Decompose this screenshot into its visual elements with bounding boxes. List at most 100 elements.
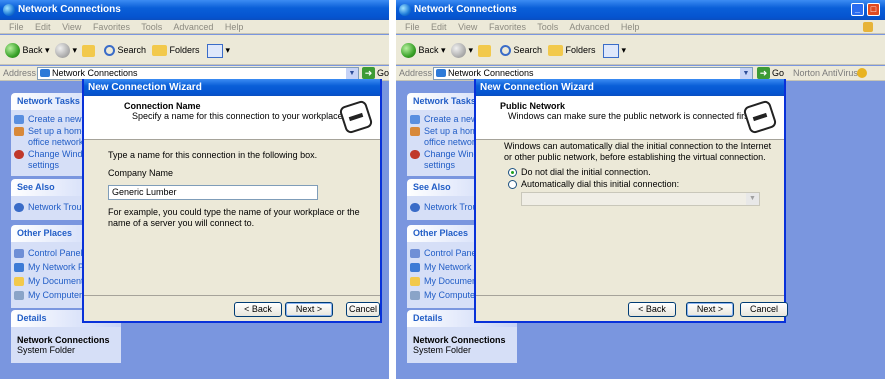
menu-view[interactable]: View bbox=[458, 22, 477, 32]
home-network-icon bbox=[410, 127, 420, 136]
menu-file[interactable]: File bbox=[405, 22, 420, 32]
firewall-icon bbox=[14, 150, 24, 159]
network-places-icon bbox=[14, 263, 24, 272]
menu-file[interactable]: File bbox=[9, 22, 24, 32]
folders-icon bbox=[152, 45, 167, 57]
wizard-instruction: Windows can automatically dial the initi… bbox=[504, 141, 772, 162]
up-folder-button[interactable] bbox=[82, 42, 95, 58]
wizard-connection-icon bbox=[338, 99, 374, 135]
menu-advanced[interactable]: Advanced bbox=[173, 22, 213, 32]
next-wizard-button[interactable]: Next > bbox=[285, 302, 333, 317]
wizard-header: Connection Name Specify a name for this … bbox=[84, 96, 380, 140]
menu-favorites[interactable]: Favorites bbox=[93, 22, 130, 32]
views-button[interactable]: ▾ bbox=[207, 42, 230, 58]
new-connection-icon bbox=[14, 115, 24, 124]
company-name-label: Company Name bbox=[108, 168, 174, 178]
cancel-wizard-button[interactable]: Cancel bbox=[740, 302, 788, 317]
do-not-dial-label[interactable]: Do not dial the initial connection. bbox=[521, 167, 651, 178]
next-wizard-button[interactable]: Next > bbox=[686, 302, 734, 317]
wizard-instruction: Type a name for this connection in the f… bbox=[108, 150, 318, 160]
search-button[interactable]: Search bbox=[104, 42, 146, 58]
my-computer-icon bbox=[14, 291, 24, 300]
views-button[interactable]: ▾ bbox=[603, 42, 626, 58]
menu-tools[interactable]: Tools bbox=[537, 22, 558, 32]
menu-tools[interactable]: Tools bbox=[141, 22, 162, 32]
search-icon bbox=[104, 45, 115, 57]
forward-arrow-icon bbox=[55, 43, 70, 59]
firewall-icon bbox=[410, 150, 420, 159]
wizard-connection-icon bbox=[742, 99, 778, 135]
back-wizard-button[interactable]: < Back bbox=[234, 302, 282, 317]
network-folder-icon bbox=[436, 69, 446, 77]
wizard-step-title: Connection Name bbox=[124, 101, 201, 111]
address-label: Address bbox=[3, 68, 37, 78]
go-arrow-icon[interactable]: ➜ bbox=[362, 67, 375, 79]
up-folder-icon bbox=[478, 44, 491, 57]
search-button[interactable]: Search bbox=[500, 42, 542, 58]
toolbar: Back ▾ ▾ Search Folders ▾ bbox=[0, 35, 389, 65]
folders-button[interactable]: Folders bbox=[152, 42, 200, 58]
details-name: Network Connections bbox=[17, 335, 110, 345]
views-icon bbox=[603, 43, 619, 58]
menu-view[interactable]: View bbox=[62, 22, 81, 32]
initial-connection-select[interactable]: ▼ bbox=[521, 192, 760, 206]
menu-help[interactable]: Help bbox=[225, 22, 244, 32]
help-icon bbox=[14, 203, 24, 212]
maximize-icon[interactable]: □ bbox=[867, 3, 880, 16]
menu-bar: File Edit View Favorites Tools Advanced … bbox=[0, 20, 389, 34]
wizard-step-subtitle: Windows can make sure the public network… bbox=[508, 111, 754, 121]
network-places-icon bbox=[410, 263, 420, 272]
forward-button[interactable]: ▾ bbox=[451, 42, 473, 59]
window-titlebar[interactable]: Network Connections bbox=[0, 0, 389, 20]
up-folder-icon bbox=[82, 44, 95, 57]
auto-dial-radio[interactable] bbox=[508, 180, 517, 189]
wizard-titlebar[interactable]: New Connection Wizard bbox=[476, 79, 784, 96]
home-network-icon bbox=[14, 127, 24, 136]
forward-arrow-icon bbox=[451, 43, 466, 59]
back-button[interactable]: Back ▾ bbox=[5, 42, 50, 59]
norton-icon bbox=[857, 68, 867, 78]
network-connections-icon bbox=[3, 4, 15, 16]
minimize-icon[interactable]: _ bbox=[851, 3, 864, 16]
back-arrow-icon bbox=[5, 43, 20, 59]
help-icon bbox=[410, 203, 420, 212]
wizard-step-title: Public Network bbox=[500, 101, 566, 111]
menu-help[interactable]: Help bbox=[621, 22, 640, 32]
cancel-wizard-button[interactable]: Cancel bbox=[346, 302, 380, 317]
views-icon bbox=[207, 43, 223, 58]
back-button[interactable]: Back ▾ bbox=[401, 42, 446, 59]
control-panel-icon bbox=[14, 249, 24, 258]
my-computer-icon bbox=[410, 291, 420, 300]
company-name-input[interactable]: Generic Lumber bbox=[108, 185, 318, 200]
new-connection-wizard-dialog: New Connection Wizard Public Network Win… bbox=[474, 79, 788, 323]
up-folder-button[interactable] bbox=[478, 42, 491, 58]
network-folder-icon bbox=[40, 69, 50, 77]
menu-advanced[interactable]: Advanced bbox=[569, 22, 609, 32]
window-title: Network Connections bbox=[414, 4, 517, 15]
window-title: Network Connections bbox=[18, 4, 121, 15]
explorer-window-left: Network Connections File Edit View Favor… bbox=[0, 0, 389, 379]
explorer-window-right: Network Connections _ □ File Edit View F… bbox=[396, 0, 885, 379]
address-label: Address bbox=[399, 68, 433, 78]
details-type: System Folder bbox=[17, 345, 76, 355]
window-titlebar[interactable]: Network Connections _ □ bbox=[396, 0, 885, 20]
back-wizard-button[interactable]: < Back bbox=[628, 302, 676, 317]
menu-edit[interactable]: Edit bbox=[431, 22, 447, 32]
windows-logo-icon bbox=[863, 22, 873, 32]
wizard-example-text: For example, you could type the name of … bbox=[108, 207, 360, 228]
folders-button[interactable]: Folders bbox=[548, 42, 596, 58]
norton-antivirus-button[interactable]: Norton AntiVirus bbox=[793, 66, 858, 81]
do-not-dial-radio[interactable] bbox=[508, 168, 517, 177]
menu-edit[interactable]: Edit bbox=[35, 22, 51, 32]
menu-bar: File Edit View Favorites Tools Advanced … bbox=[396, 20, 885, 34]
my-documents-icon bbox=[14, 277, 24, 286]
my-documents-icon bbox=[410, 277, 420, 286]
address-dropdown-icon[interactable]: ▼ bbox=[346, 68, 358, 79]
address-dropdown-icon[interactable]: ▼ bbox=[740, 68, 752, 79]
menu-favorites[interactable]: Favorites bbox=[489, 22, 526, 32]
new-connection-icon bbox=[410, 115, 420, 124]
forward-button[interactable]: ▾ bbox=[55, 42, 77, 59]
auto-dial-label[interactable]: Automatically dial this initial connecti… bbox=[521, 179, 679, 190]
wizard-titlebar[interactable]: New Connection Wizard bbox=[84, 79, 380, 96]
go-arrow-icon[interactable]: ➜ bbox=[757, 67, 770, 79]
